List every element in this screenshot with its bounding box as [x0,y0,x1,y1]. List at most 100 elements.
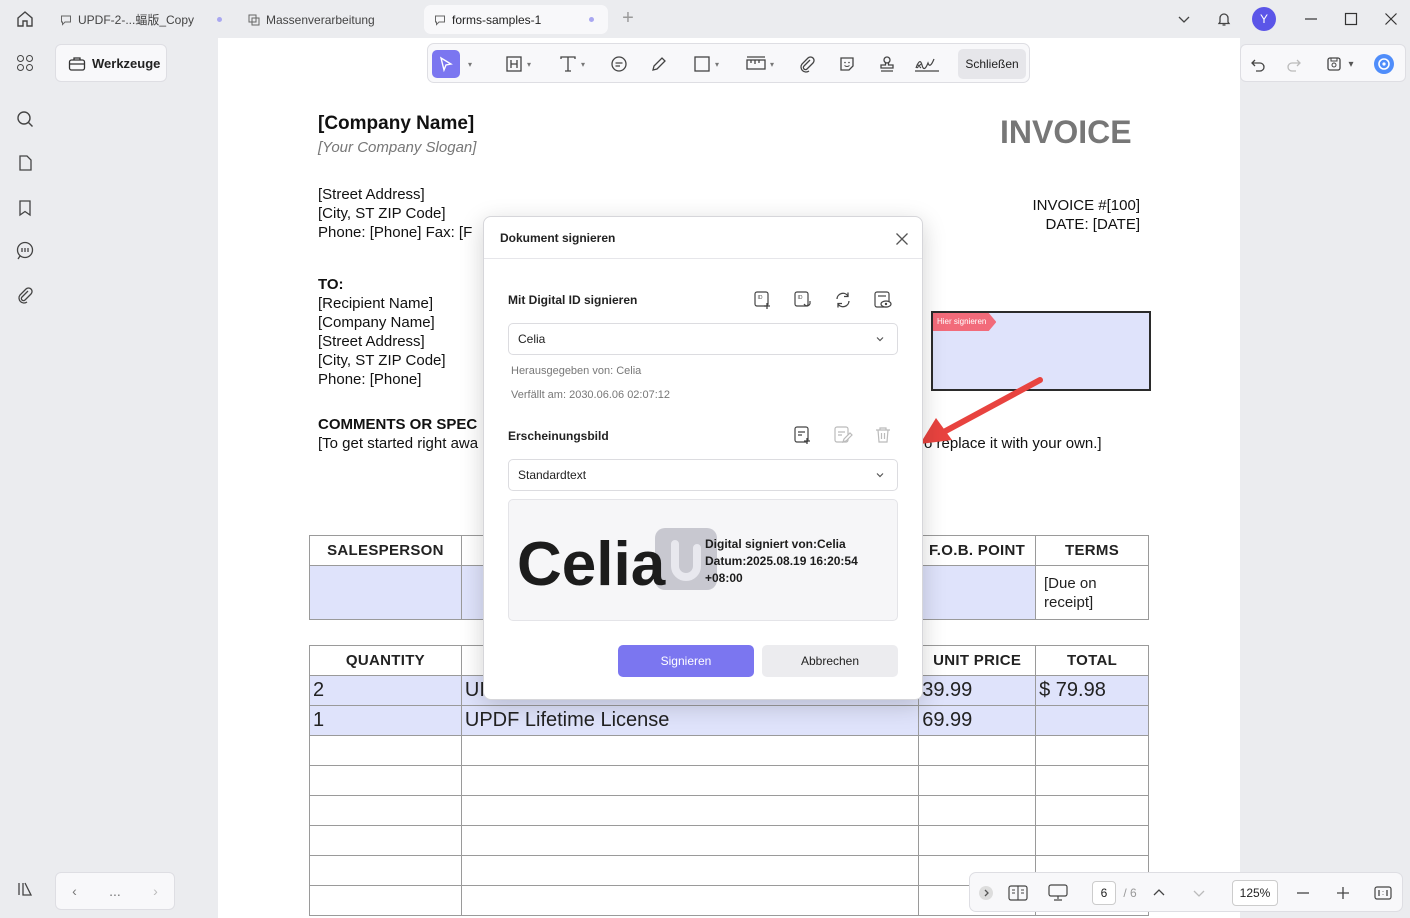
bell-icon[interactable] [1210,5,1238,33]
table-row [309,825,1149,856]
select-tool-chevron-icon[interactable]: ▾ [462,50,474,78]
price-cell[interactable]: 39.99 [918,675,1037,706]
left-panel: Werkzeuge ‹ ... › [50,38,218,918]
close-icon[interactable] [892,229,912,249]
ruler-icon [746,56,766,70]
tab-massenverarbeitung[interactable]: Massenverarbeitung [238,5,422,34]
total-cell[interactable]: $ 79.98 [1035,675,1149,706]
dialog-title: Dokument signieren [500,231,616,245]
sticker-tool[interactable] [834,50,860,78]
comments-text: [To get started right awa [318,435,479,452]
appearance-value: Standardtext [518,468,587,482]
import-digital-id-icon[interactable]: ID [792,289,814,311]
add-appearance-icon[interactable] [792,424,814,446]
salesperson-cell[interactable] [309,565,462,620]
recipient-line: [Company Name] [318,314,435,331]
table-row: 1 UPDF Lifetime License 69.99 [309,705,1149,736]
company-slogan: [Your Company Slogan] [318,139,477,156]
tab-forms-samples[interactable]: forms-samples-1 [424,5,608,34]
presentation-icon[interactable] [1046,881,1070,905]
invoice-date: DATE: [DATE] [1045,216,1140,233]
close-window-icon[interactable] [1377,5,1405,33]
signature-preview: Celia Digital signiert von:Celia Datum:2… [508,499,898,621]
cancel-button[interactable]: Abbrechen [762,645,898,677]
pencil-icon [652,57,666,71]
close-mode-button[interactable]: Schließen [958,49,1026,79]
prev-page-chevron-icon[interactable]: ‹ [72,883,77,899]
history-toolbar: ▾ [1240,44,1406,82]
home-icon[interactable] [8,6,42,32]
zoom-out-icon[interactable] [1292,881,1314,905]
minimize-icon[interactable] [1297,5,1325,33]
fob-cell[interactable] [918,565,1036,620]
signature-tool[interactable] [912,50,942,78]
ai-assistant-icon[interactable] [1373,53,1395,75]
thumbnails-icon[interactable] [12,150,38,176]
qty-cell[interactable]: 1 [309,705,462,736]
highlighter-icon [506,56,522,72]
collapse-chevron-icon[interactable] [976,881,996,905]
add-tab-button[interactable]: + [618,8,638,29]
sign-document-dialog: Dokument signieren Mit Digital ID signie… [483,216,923,700]
toolbox-icon [68,57,86,71]
shape-tool[interactable]: ▾ [686,50,726,78]
digital-id-select[interactable]: Celia [508,323,898,355]
save-icon[interactable] [1323,53,1345,75]
prev-page-chevron-up-icon[interactable] [1148,881,1170,905]
select-tool[interactable] [432,50,460,78]
appearance-select[interactable]: Standardtext [508,459,898,491]
divider [484,258,922,259]
title-bar: UPDF-2-...蝠版_Copy Massenverarbeitung for… [0,0,1410,38]
unsaved-dot [217,17,222,22]
issued-by: Herausgegeben von: Celia [511,365,642,377]
tools-label: Werkzeuge [92,55,161,71]
pencil-tool[interactable] [646,50,672,78]
apps-grid-icon[interactable] [12,50,38,76]
preview-signer-name: Celia [517,530,666,599]
actual-size-icon[interactable] [1372,881,1394,905]
bookmark-icon[interactable] [12,195,38,221]
text-tool[interactable]: ▾ [552,50,592,78]
comment-tool[interactable] [606,50,632,78]
comments-icon[interactable] [12,238,38,264]
highlight-tool[interactable]: ▾ [498,50,538,78]
tab-list-chevron-icon[interactable] [1170,5,1198,33]
price-cell[interactable]: 69.99 [918,705,1037,736]
tab-label: UPDF-2-...蝠版_Copy [78,13,195,27]
add-digital-id-icon[interactable]: ID [752,289,774,311]
measure-tool[interactable]: ▾ [740,50,780,78]
total-cell[interactable] [1035,705,1149,736]
tab-updf-copy[interactable]: UPDF-2-...蝠版_Copy [50,5,236,34]
zoom-level-select[interactable]: 125% [1232,880,1278,906]
save-menu-chevron-icon[interactable]: ▾ [1345,53,1357,75]
zoom-in-icon[interactable] [1332,881,1354,905]
page-number-input[interactable]: 6 [1092,881,1116,905]
reading-mode-icon[interactable] [1006,881,1030,905]
tools-button[interactable]: Werkzeuge [55,44,167,82]
redo-icon[interactable] [1283,53,1305,75]
next-page-chevron-down-icon[interactable] [1188,881,1210,905]
search-icon[interactable] [12,106,38,132]
maximize-icon[interactable] [1337,5,1365,33]
delete-appearance-icon[interactable] [872,424,894,446]
more-options[interactable]: ... [109,883,121,899]
cursor-icon [439,56,453,72]
sign-button[interactable]: Signieren [618,645,754,677]
edit-appearance-icon[interactable] [832,424,854,446]
address-line: Phone: [Phone] Fax: [F [318,224,473,241]
attachment-icon[interactable] [12,282,38,308]
note-icon [611,56,627,72]
sidebar-toggle-icon[interactable] [12,876,38,902]
next-page-chevron-icon[interactable]: › [153,883,158,899]
stamp-tool[interactable] [874,50,900,78]
undo-icon[interactable] [1247,53,1269,75]
qty-cell[interactable]: 2 [309,675,462,706]
view-certificate-icon[interactable] [872,289,894,311]
stamp-icon [880,56,894,72]
refresh-icon[interactable] [832,289,854,311]
tab-label: forms-samples-1 [452,12,542,27]
user-avatar[interactable]: Y [1252,7,1276,31]
desc-cell[interactable]: UPDF Lifetime License [460,705,920,736]
expiry-date: Verfällt am: 2030.06.06 02:07:12 [511,389,671,401]
attach-tool[interactable] [794,50,820,78]
